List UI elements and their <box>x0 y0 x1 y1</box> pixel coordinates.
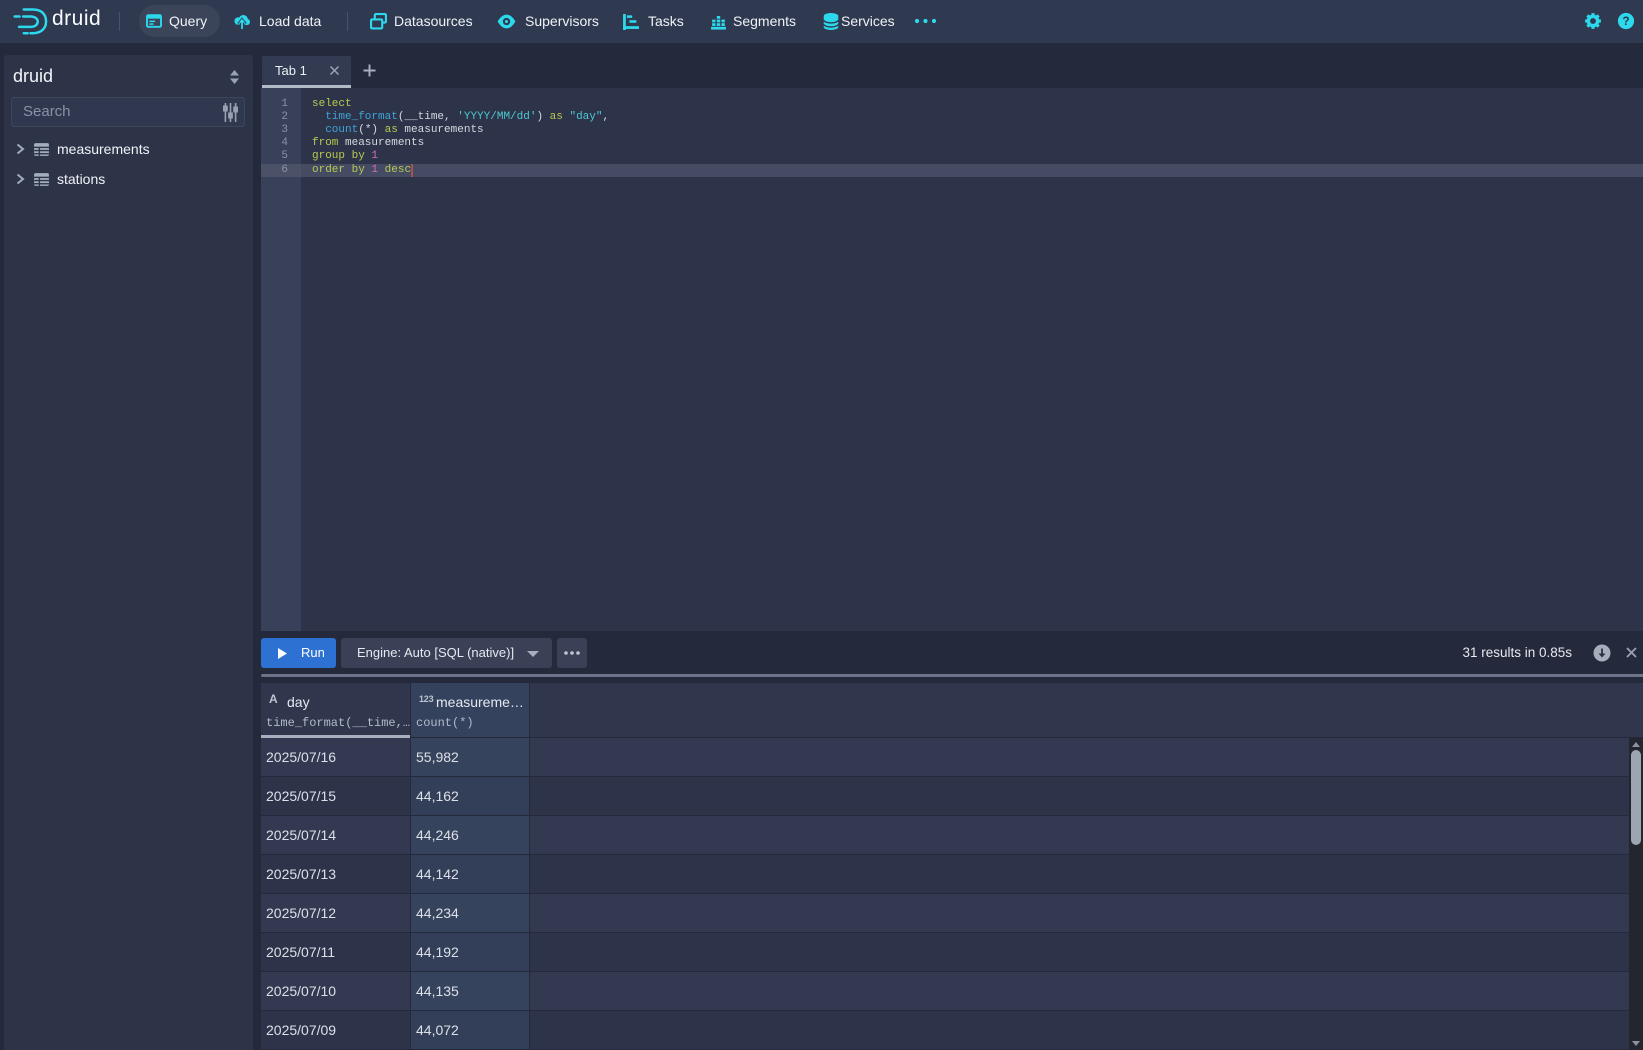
svg-text:?: ? <box>1622 14 1629 28</box>
